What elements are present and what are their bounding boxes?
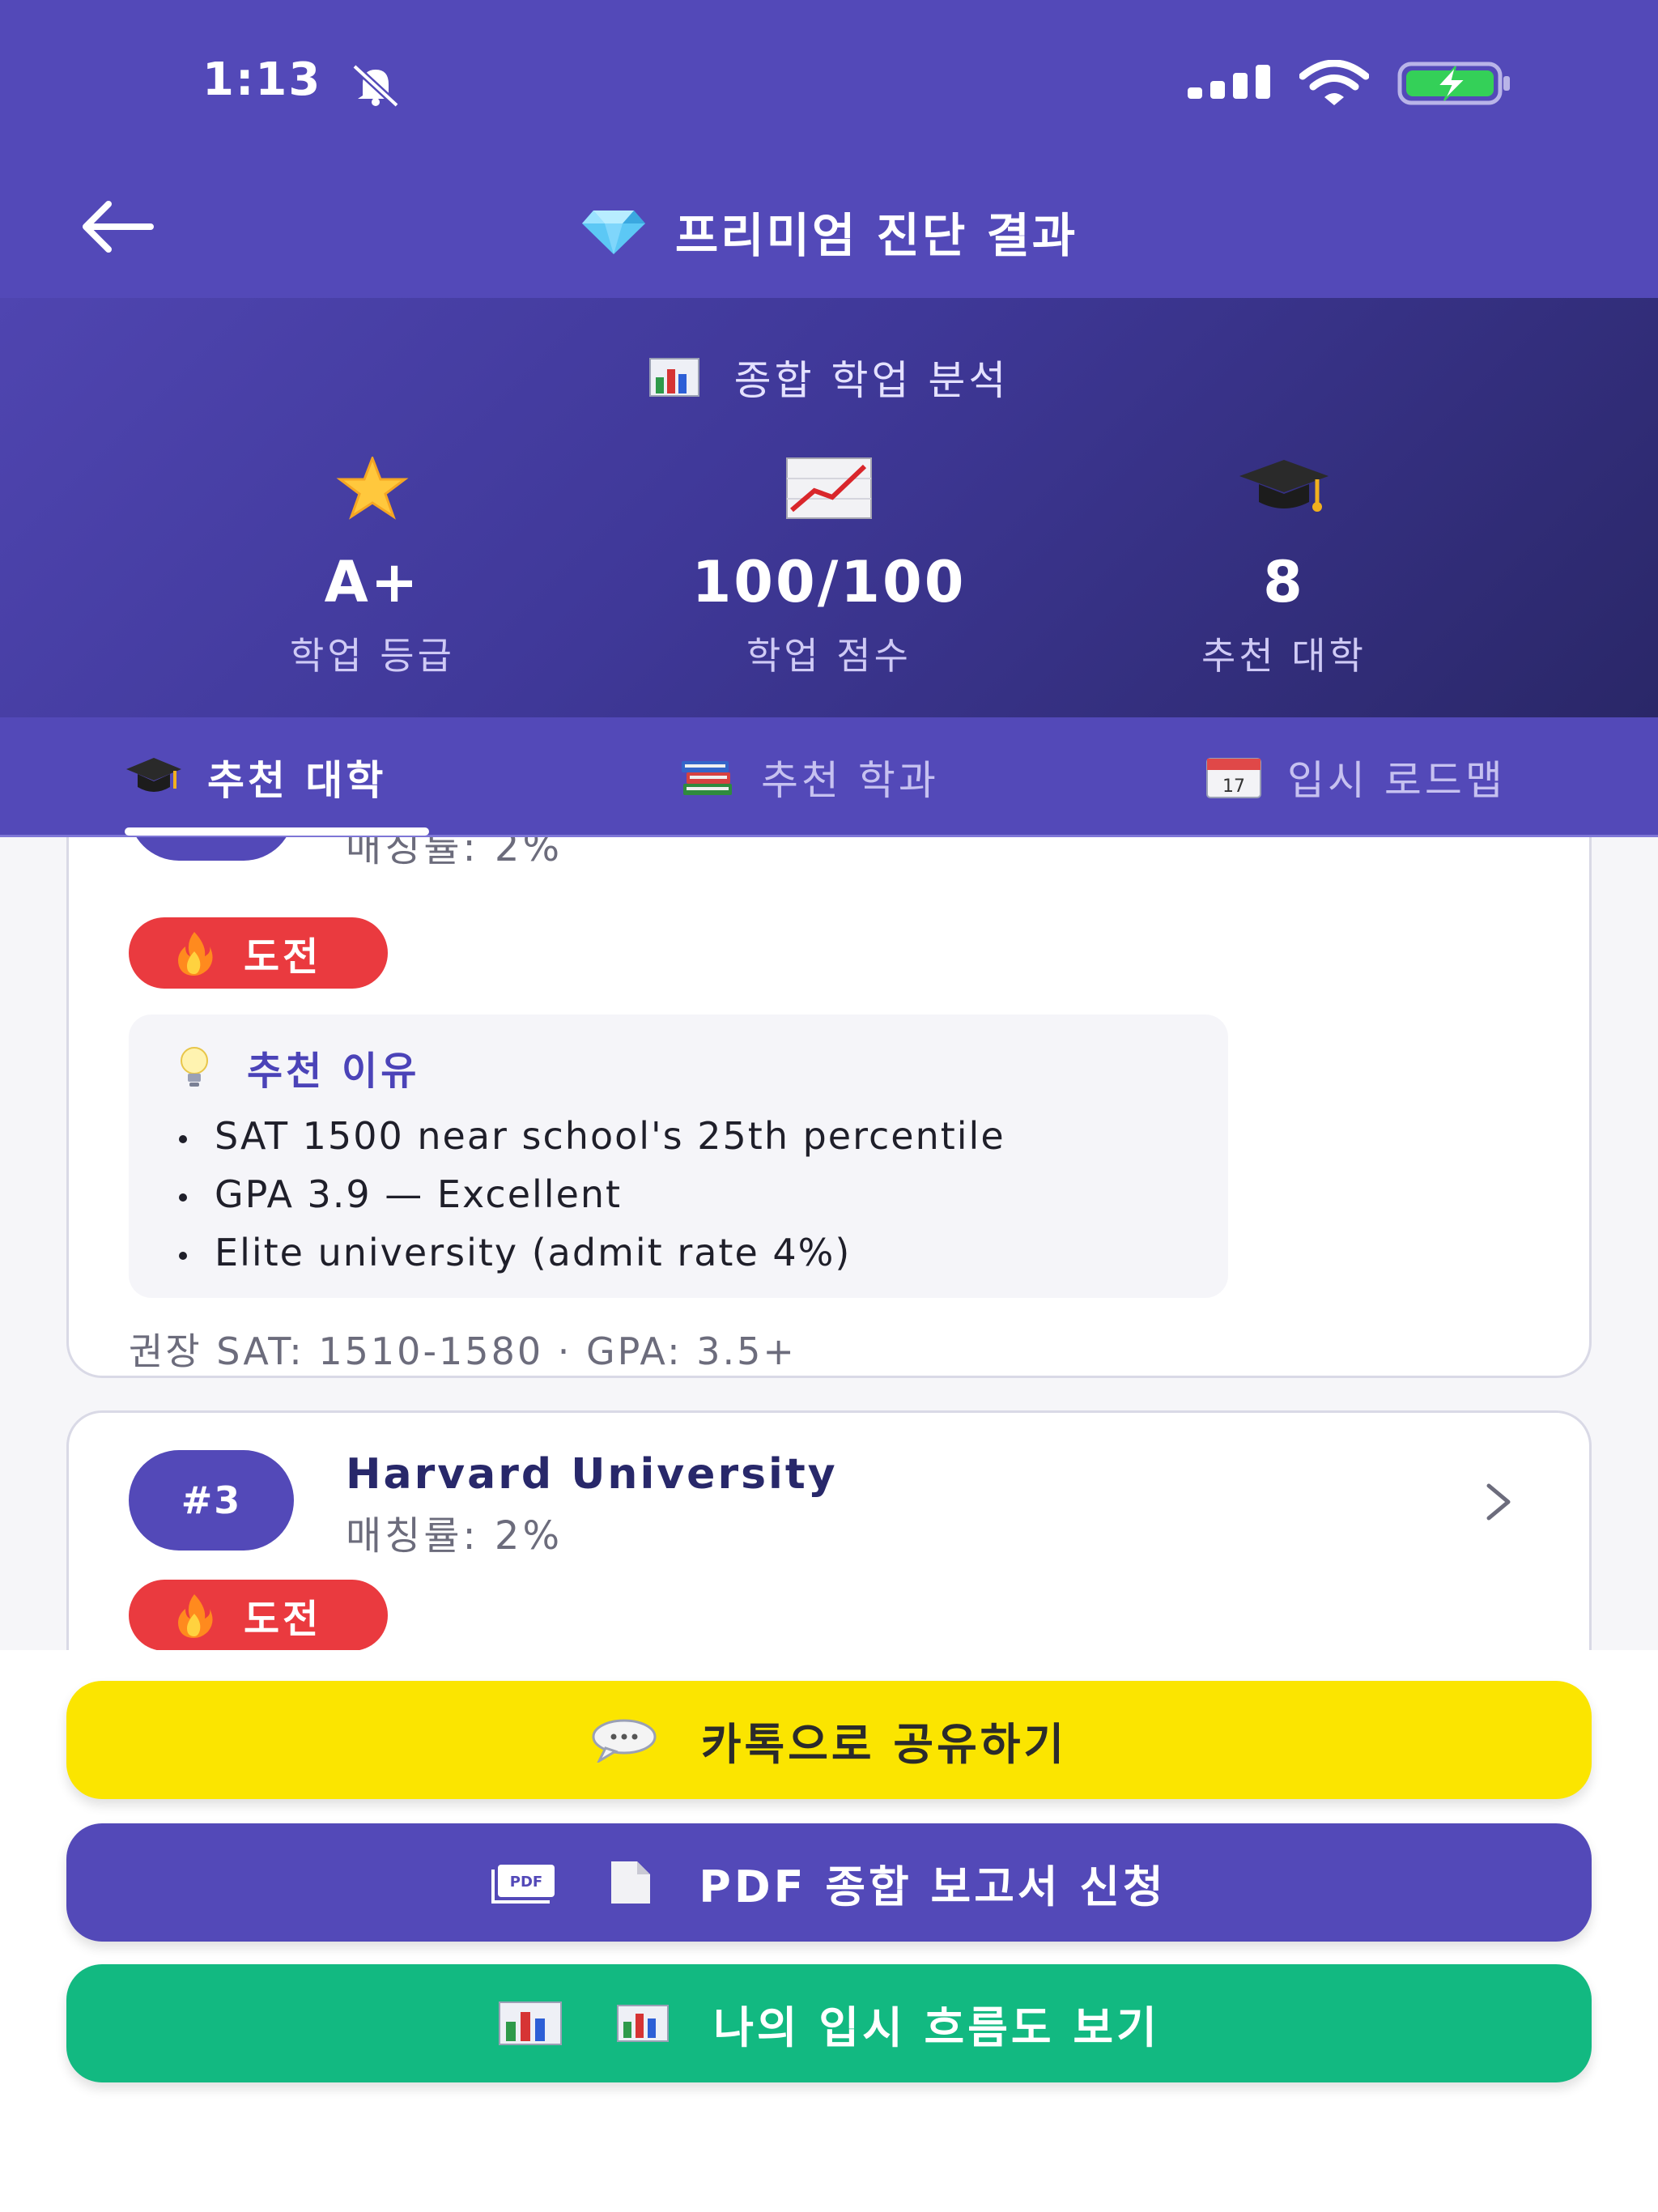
document-icon — [611, 1861, 651, 1904]
share-kakao-button[interactable]: 카톡으로 공유하기 — [66, 1681, 1592, 1799]
reason-list: SAT 1500 near school's 25th percentile G… — [177, 1107, 1005, 1282]
badge-label: 도전 — [244, 1597, 322, 1642]
button-label: 나의 입시 흐름도 보기 — [713, 2001, 1160, 2053]
pdf-report-button[interactable]: PDF PDF 종합 보고서 신청 — [66, 1823, 1592, 1942]
tab-bar: 추천 대학 추천 학과 17 입시 로드맵 — [0, 717, 1658, 837]
match-rate: 매칭률: 2% — [346, 1513, 563, 1559]
button-label: PDF 종합 보고서 신청 — [699, 1861, 1167, 1912]
university-name: Harvard University — [346, 1450, 838, 1499]
bell-slash-icon — [351, 63, 400, 107]
view-admission-flow-button[interactable]: 나의 입시 흐름도 보기 — [66, 1964, 1592, 2082]
reason-item: GPA 3.9 — Excellent — [177, 1165, 1005, 1223]
stat-value: 8 — [1263, 549, 1305, 615]
stat-score: 100/100 학업 점수 — [602, 452, 1056, 680]
badge-label: 도전 — [244, 934, 322, 980]
stat-label: 학업 등급 — [290, 634, 455, 678]
status-time: 1:13 — [202, 53, 322, 106]
svg-text:17: 17 — [1222, 776, 1245, 797]
rank-badge — [129, 837, 294, 861]
match-rate: 매칭률: 2% — [346, 837, 563, 870]
top-bar: 1:13 프리미엄 진단 결과 — [0, 0, 1658, 298]
stat-value: A+ — [324, 549, 421, 615]
tab-label: 입시 로드맵 — [1287, 757, 1506, 804]
academic-summary-panel: 종합 학업 분석 A+ 학업 등급 100/100 학업 점수 8 추천 대학 — [0, 298, 1658, 717]
active-tab-indicator — [125, 827, 429, 836]
cellular-signal-icon — [1188, 65, 1270, 99]
app-screen: 1:13 프리미엄 진단 결과 종합 학업 분석 A+ 학업 등급 100/10… — [0, 0, 1658, 2212]
recommended-scores: 권장 SAT: 1510-1580 · GPA: 3.5+ — [129, 1329, 797, 1373]
chart-increasing-icon — [786, 457, 872, 519]
pdf-icon: PDF — [491, 1865, 555, 1904]
wifi-icon — [1299, 60, 1369, 105]
reason-item: Elite university (admit rate 4%) — [177, 1223, 1005, 1282]
stat-value: 100/100 — [691, 549, 967, 615]
battery-charging-icon — [1397, 62, 1510, 105]
university-list[interactable]: 매칭률: 2% 도전 추천 이유 SAT 1500 near school's … — [0, 837, 1658, 1650]
bar-chart-icon — [617, 2005, 670, 2042]
summary-header: 종합 학업 분석 — [0, 348, 1658, 406]
reason-item: SAT 1500 near school's 25th percentile — [177, 1107, 1005, 1165]
speech-bubble-icon — [592, 1719, 657, 1763]
bar-chart-icon — [499, 2001, 563, 2045]
svg-text:PDF: PDF — [510, 1874, 542, 1891]
challenge-badge: 도전 — [129, 1580, 388, 1650]
stat-label: 학업 점수 — [746, 634, 912, 678]
reason-title: 추천 이유 — [247, 1049, 420, 1094]
tab-recommended-majors[interactable]: 추천 학과 — [678, 717, 939, 837]
university-card[interactable]: 매칭률: 2% 도전 추천 이유 SAT 1500 near school's … — [66, 837, 1592, 1378]
star-icon — [336, 457, 409, 520]
header-title-group: 프리미엄 진단 결과 — [0, 198, 1658, 266]
stat-label: 추천 대학 — [1201, 634, 1367, 678]
books-icon — [682, 761, 732, 795]
stat-universities: 8 추천 대학 — [1057, 452, 1511, 680]
recommendation-reason-box: 추천 이유 SAT 1500 near school's 25th percen… — [129, 1015, 1228, 1298]
calendar-icon: 17 — [1206, 758, 1261, 798]
graduation-cap-icon — [126, 758, 181, 792]
rank-badge: #3 — [129, 1450, 294, 1551]
bar-chart-icon — [648, 358, 699, 397]
gem-icon — [581, 211, 645, 254]
chevron-right-icon[interactable] — [1481, 1479, 1516, 1525]
page-title: 프리미엄 진단 결과 — [674, 208, 1078, 263]
button-label: 카톡으로 공유하기 — [700, 1718, 1068, 1770]
graduation-cap-icon — [1239, 460, 1329, 512]
university-card[interactable]: #3 Harvard University 매칭률: 2% 도전 — [66, 1410, 1592, 1650]
fire-icon — [178, 932, 213, 976]
stat-grade: A+ 학업 등급 — [146, 452, 599, 680]
tab-label: 추천 대학 — [207, 757, 387, 804]
bottom-action-panel: 카톡으로 공유하기 PDF PDF 종합 보고서 신청 나의 입시 흐름도 보기 — [0, 1650, 1658, 2212]
tab-label: 추천 학과 — [761, 757, 939, 804]
tab-recommended-universities[interactable]: 추천 대학 — [125, 717, 386, 837]
summary-title: 종합 학업 분석 — [733, 357, 1010, 404]
fire-icon — [178, 1594, 213, 1638]
challenge-badge: 도전 — [129, 917, 388, 989]
tab-admission-roadmap[interactable]: 17 입시 로드맵 — [1205, 717, 1506, 837]
lightbulb-icon — [181, 1047, 208, 1087]
